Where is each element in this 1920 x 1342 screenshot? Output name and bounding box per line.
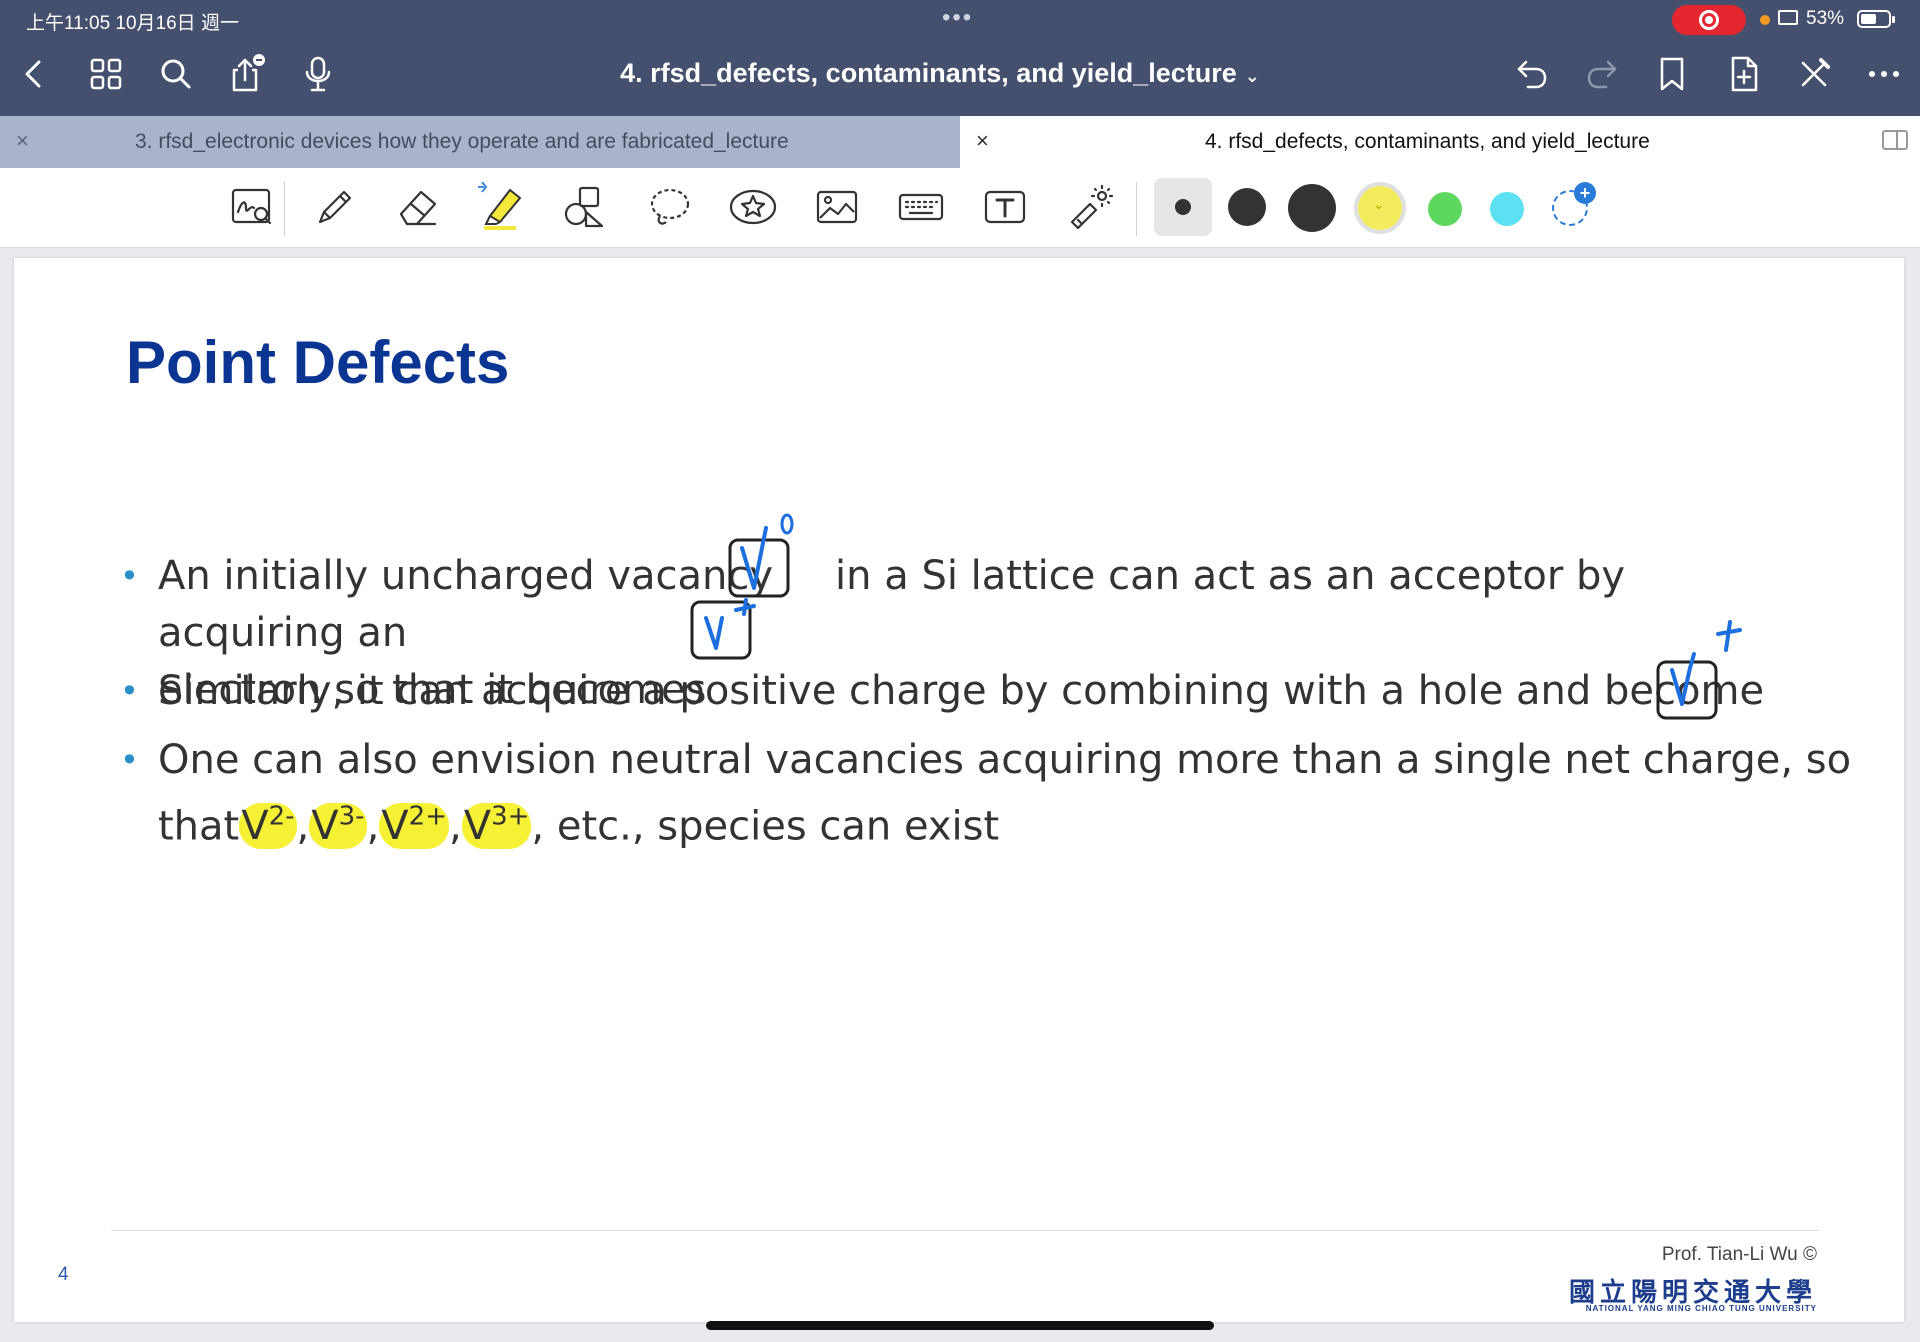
add-color-icon[interactable]: + bbox=[1552, 182, 1596, 226]
highlighted-species: V2+ bbox=[379, 802, 449, 850]
image-icon[interactable] bbox=[812, 182, 862, 232]
bullet-item: • Similarly, it can acquire a positive c… bbox=[120, 663, 1820, 720]
bullet-dot: • bbox=[120, 741, 139, 779]
tab-label: 3. rfsd_electronic devices how they oper… bbox=[135, 130, 789, 153]
redo-icon[interactable] bbox=[1582, 54, 1622, 94]
tools-icon[interactable] bbox=[1794, 54, 1834, 94]
bullet-text: that bbox=[158, 803, 240, 850]
page-number: 4 bbox=[58, 1264, 69, 1285]
highlighter-icon[interactable] bbox=[476, 181, 526, 232]
chevron-down-icon: ⌄ bbox=[1244, 66, 1260, 86]
text-box-icon[interactable] bbox=[980, 182, 1030, 232]
multitasking-dots-icon[interactable]: ••• bbox=[942, 4, 973, 32]
share-icon[interactable] bbox=[226, 54, 266, 94]
keyboard-icon[interactable] bbox=[896, 182, 946, 232]
pen-size-small[interactable] bbox=[1154, 178, 1212, 236]
undo-icon[interactable] bbox=[1512, 54, 1552, 94]
lasso-icon[interactable] bbox=[644, 182, 694, 232]
microphone-icon[interactable] bbox=[298, 54, 338, 94]
add-page-icon[interactable] bbox=[1724, 54, 1764, 94]
color-swatch-green[interactable] bbox=[1428, 192, 1462, 226]
status-time: 上午11:05 10月16日 週一 bbox=[26, 13, 239, 34]
status-bar: 上午11:05 10月16日 週一 ••• 53% bbox=[0, 0, 1920, 38]
mic-in-use-indicator bbox=[1760, 15, 1770, 25]
battery-percentage: 53% bbox=[1806, 8, 1845, 29]
bullet-text: An initially uncharged vacancy bbox=[158, 553, 774, 599]
search-icon[interactable] bbox=[156, 54, 196, 94]
footer-divider bbox=[111, 1230, 1819, 1231]
document-title[interactable]: 4. rfsd_defects, contaminants, and yield… bbox=[560, 58, 1320, 89]
bullet-dot: • bbox=[120, 672, 139, 710]
pen-size-medium[interactable] bbox=[1228, 188, 1266, 226]
tab-lecture-4[interactable]: × 4. rfsd_defects, contaminants, and yie… bbox=[960, 116, 1920, 168]
bullet-dot: • bbox=[120, 557, 139, 595]
battery-icon bbox=[1857, 10, 1895, 28]
tab-lecture-3[interactable]: × 3. rfsd_electronic devices how they op… bbox=[0, 116, 960, 168]
home-indicator[interactable] bbox=[706, 1321, 1214, 1330]
annotation-toolbar: ⌄ + bbox=[0, 168, 1920, 248]
tab-bar: × 3. rfsd_electronic devices how they op… bbox=[0, 116, 1920, 168]
toolbar-divider bbox=[1136, 182, 1137, 236]
slide-page[interactable]: Point Defects • An initially uncharged v… bbox=[14, 258, 1904, 1322]
zoom-window-icon[interactable] bbox=[228, 182, 278, 232]
pen-size-large[interactable] bbox=[1288, 184, 1336, 232]
screen-recording-icon[interactable] bbox=[1672, 5, 1746, 35]
highlighted-species: V3+ bbox=[461, 802, 532, 850]
pen-icon[interactable] bbox=[310, 182, 360, 232]
grid-view-icon[interactable] bbox=[86, 54, 126, 94]
more-options-icon[interactable] bbox=[1864, 54, 1904, 94]
shapes-icon[interactable] bbox=[560, 182, 610, 232]
bullet-text: One can also envision neutral vacancies … bbox=[158, 737, 1852, 783]
back-icon[interactable] bbox=[14, 54, 54, 94]
sticker-icon[interactable] bbox=[728, 182, 778, 232]
color-swatch-cyan[interactable] bbox=[1490, 192, 1524, 226]
highlighted-species: V3- bbox=[309, 802, 367, 850]
toolbar-divider bbox=[284, 182, 285, 236]
document-title-text: 4. rfsd_defects, contaminants, and yield… bbox=[620, 58, 1237, 88]
navigation-bar: 上午11:05 10月16日 週一 ••• 53% 4. rfsd_defect… bbox=[0, 0, 1920, 116]
close-tab-icon[interactable]: × bbox=[16, 128, 29, 154]
bullet-text: , etc., species can exist bbox=[531, 803, 1000, 850]
laser-pointer-icon[interactable] bbox=[1064, 182, 1114, 232]
screen-mirroring-icon bbox=[1778, 10, 1798, 25]
bullet-item: • One can also envision neutral vacancie… bbox=[120, 732, 1860, 855]
eraser-icon[interactable] bbox=[393, 182, 443, 232]
close-tab-icon[interactable]: × bbox=[976, 128, 989, 154]
bullet-text: Similarly, it can acquire a positive cha… bbox=[158, 668, 1765, 714]
bookmark-icon[interactable] bbox=[1652, 54, 1692, 94]
slide-title: Point Defects bbox=[126, 329, 510, 396]
highlighted-species: V2- bbox=[239, 802, 297, 850]
split-view-icon[interactable] bbox=[1882, 130, 1908, 150]
color-swatch-yellow[interactable]: ⌄ bbox=[1358, 186, 1402, 230]
author-credit: Prof. Tian-Li Wu © bbox=[1661, 1244, 1817, 1265]
university-logo-english: NATIONAL YANG MING CHIAO TUNG UNIVERSITY bbox=[1585, 1304, 1817, 1313]
tab-label: 4. rfsd_defects, contaminants, and yield… bbox=[1205, 130, 1650, 153]
checkmark-icon: ⌄ bbox=[1373, 196, 1385, 212]
